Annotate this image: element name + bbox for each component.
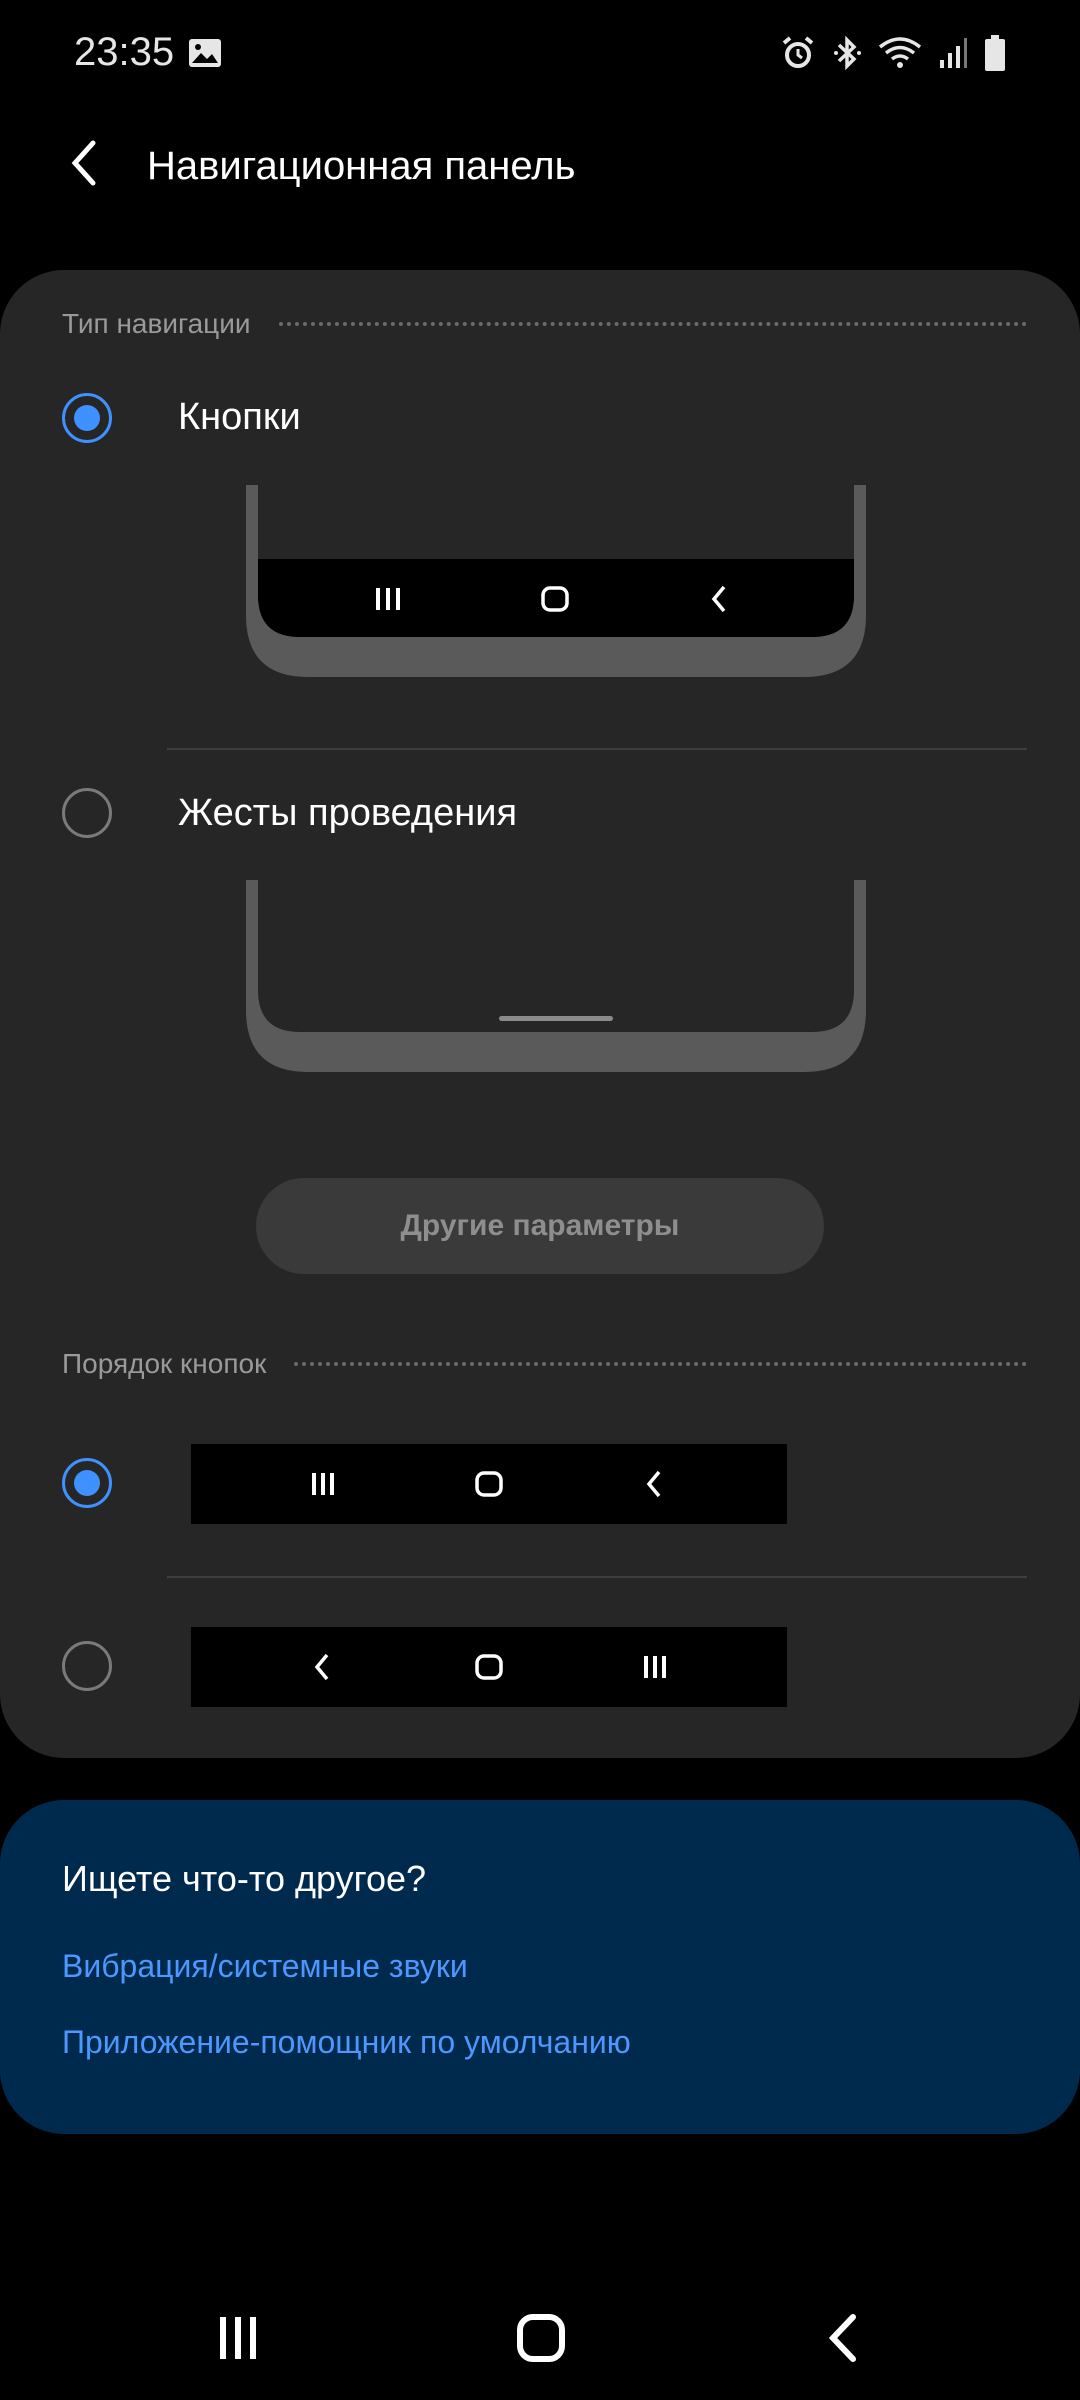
option-label: Кнопки (178, 396, 301, 438)
order-preview-2 (191, 1627, 787, 1707)
looking-for-more-card: Ищете что-то другое? Вибрация/системные … (0, 1800, 1080, 2134)
bluetooth-icon (832, 35, 862, 71)
system-nav-bar (0, 2280, 1080, 2400)
back-icon (635, 1464, 675, 1504)
more-title: Ищете что-то другое? (62, 1858, 427, 1899)
dotted-divider (294, 1362, 1027, 1366)
page-title: Навигационная панель (147, 144, 576, 188)
gestures-preview (246, 880, 866, 1085)
buttons-preview (246, 485, 866, 690)
home-button[interactable] (506, 2310, 576, 2370)
radio-order-option-2[interactable] (62, 1641, 112, 1691)
settings-card: Тип навигации Кнопки Жесты проведения Др… (0, 270, 1080, 1758)
chevron-left-icon (69, 139, 99, 192)
back-button[interactable] (52, 130, 116, 200)
radio-gestures-option[interactable] (62, 788, 112, 838)
dotted-divider (278, 322, 1027, 326)
order-preview-1 (191, 1444, 787, 1524)
recents-icon (303, 1464, 343, 1504)
back-icon (303, 1647, 343, 1687)
wifi-icon (878, 35, 922, 71)
recents-icon (376, 588, 400, 610)
recents-button[interactable] (203, 2310, 273, 2370)
signal-icon (938, 36, 968, 70)
recents-icon (635, 1647, 675, 1687)
option-label: Жесты проведения (178, 792, 518, 834)
status-time: 23:35 (74, 30, 175, 74)
app-bar: Навигационная панель (0, 110, 1080, 225)
section-label: Порядок кнопок (62, 1348, 267, 1379)
image-icon (188, 38, 222, 73)
alarm-icon (780, 35, 816, 71)
divider (167, 1576, 1027, 1578)
recents-icon (216, 2315, 260, 2366)
home-icon (516, 2313, 566, 2368)
gesture-hint-bar (499, 1016, 613, 1021)
section-header-button-order: Порядок кнопок (62, 1344, 1027, 1384)
home-icon (469, 1464, 509, 1504)
section-label: Тип навигации (62, 308, 251, 339)
radio-buttons-option[interactable] (62, 393, 112, 443)
status-bar: 23:35 (0, 0, 1080, 110)
back-icon (825, 2313, 861, 2368)
link-vibration-sounds[interactable]: Вибрация/системные звуки (62, 1948, 468, 1985)
battery-icon (984, 34, 1006, 72)
divider (167, 748, 1027, 750)
radio-order-option-1[interactable] (62, 1458, 112, 1508)
other-params-button[interactable]: Другие параметры (256, 1178, 824, 1274)
home-icon (469, 1647, 509, 1687)
link-default-assistant[interactable]: Приложение-помощник по умолчанию (62, 2024, 631, 2061)
section-header-navigation-type: Тип навигации (62, 304, 1027, 344)
back-button-nav[interactable] (808, 2310, 878, 2370)
